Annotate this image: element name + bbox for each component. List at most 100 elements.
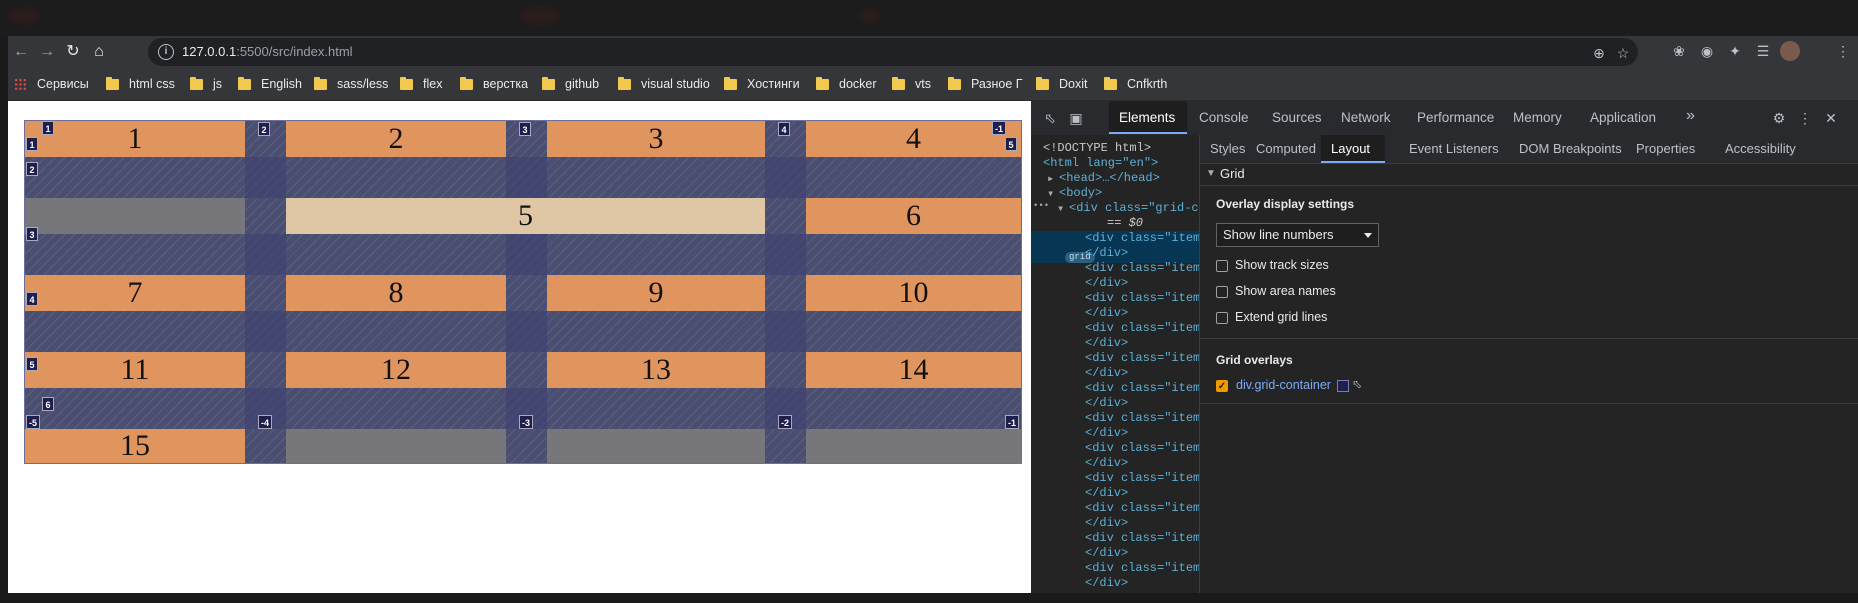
grid-overlay-checkbox[interactable]: ✓ xyxy=(1216,380,1228,392)
gear-icon[interactable]: ⚙ xyxy=(1770,109,1788,127)
grid-item: 10 xyxy=(806,275,1021,311)
address-bar[interactable]: i 127.0.0.1:5500/src/index.html ⊕ ☆ xyxy=(148,38,1638,66)
info-icon[interactable]: i xyxy=(158,44,174,60)
bookmark-folder[interactable]: Doxit xyxy=(1036,75,1087,93)
grid-line-number: -1 xyxy=(1005,415,1020,429)
dom-close[interactable]: </div> xyxy=(1085,336,1128,350)
subtab-event-listeners[interactable]: Event Listeners xyxy=(1409,141,1499,156)
subtab-layout[interactable]: Layout xyxy=(1331,141,1370,156)
dom-close[interactable]: </div> xyxy=(1085,396,1128,410)
dom-head[interactable]: <head>…</head> xyxy=(1059,171,1160,185)
collapse-arrow-icon[interactable]: ▾ xyxy=(1057,201,1064,216)
dom-item[interactable]: <div class="item xyxy=(1085,381,1199,395)
back-icon[interactable]: ← xyxy=(10,42,32,62)
dom-item[interactable]: <div class="item xyxy=(1085,351,1199,365)
chevron-down-icon xyxy=(1364,233,1372,238)
tab-console[interactable]: Console xyxy=(1199,110,1249,125)
extension-circle-icon[interactable]: ◉ xyxy=(1698,42,1716,60)
inspect-element-icon[interactable]: ⬁ xyxy=(1041,109,1059,127)
subtab-styles[interactable]: Styles xyxy=(1210,141,1245,156)
bookmark-folder[interactable]: github xyxy=(542,75,599,93)
page-viewport: 1 2 3 4 5 6 7 8 9 10 11 12 13 14 15 1 2 … xyxy=(8,101,1031,593)
dom-doctype[interactable]: <!DOCTYPE html> xyxy=(1043,141,1151,155)
grid-section-header[interactable]: Grid xyxy=(1220,166,1245,181)
tab-application[interactable]: Application xyxy=(1590,110,1656,125)
dom-dots-icon[interactable]: ••• xyxy=(1033,201,1049,211)
bookmark-folder[interactable]: visual studio xyxy=(618,75,710,93)
dom-item[interactable]: <div class="item xyxy=(1085,261,1199,275)
react-devtools-icon[interactable]: ❀ xyxy=(1670,42,1688,60)
dom-close[interactable]: </div> xyxy=(1085,456,1128,470)
bookmark-folder[interactable]: docker xyxy=(816,75,877,93)
dom-item[interactable]: <div class="item xyxy=(1085,531,1199,545)
dom-grid-container[interactable]: <div class="grid-c xyxy=(1069,201,1199,215)
grid-container[interactable]: 1 2 3 4 5 6 7 8 9 10 11 12 13 14 15 1 2 … xyxy=(24,120,1022,464)
dom-item[interactable]: <div class="item xyxy=(1085,441,1199,455)
grid-empty-cell xyxy=(806,429,1021,463)
device-toolbar-icon[interactable]: ▣ xyxy=(1067,109,1085,127)
show-track-sizes-checkbox[interactable] xyxy=(1216,260,1228,272)
collapse-triangle-icon[interactable]: ▼ xyxy=(1206,168,1216,179)
dom-close[interactable]: </div> xyxy=(1085,576,1128,590)
dom-close[interactable]: </div> xyxy=(1085,366,1128,380)
dom-close[interactable]: </div> xyxy=(1085,546,1128,560)
highlight-element-icon[interactable]: ⬁ xyxy=(1352,377,1362,391)
bookmark-folder[interactable]: js xyxy=(190,75,222,93)
star-icon[interactable]: ☆ xyxy=(1614,44,1632,62)
collapse-arrow-icon[interactable]: ▾ xyxy=(1047,186,1054,201)
dom-close[interactable]: </div> xyxy=(1085,276,1128,290)
zoom-icon[interactable]: ⊕ xyxy=(1590,44,1608,62)
bookmark-folder[interactable]: flex xyxy=(400,75,442,93)
tab-network[interactable]: Network xyxy=(1341,110,1391,125)
overlay-color-swatch[interactable] xyxy=(1337,380,1349,392)
url-text[interactable]: 127.0.0.1:5500/src/index.html xyxy=(182,44,353,59)
dom-item[interactable]: <div class="item xyxy=(1085,231,1199,245)
line-numbers-select[interactable]: Show line numbers xyxy=(1216,223,1379,247)
dom-close[interactable]: </div> xyxy=(1085,306,1128,320)
grid-overlay-element[interactable]: div.grid-container xyxy=(1236,378,1331,392)
dom-item[interactable]: <div class="item xyxy=(1085,501,1199,515)
dom-body[interactable]: <body> xyxy=(1059,186,1102,200)
show-area-names-checkbox[interactable] xyxy=(1216,286,1228,298)
devtools-menu-icon[interactable]: ⋮ xyxy=(1796,109,1814,127)
more-tabs-icon[interactable]: » xyxy=(1686,107,1695,125)
reload-icon[interactable]: ↻ xyxy=(62,42,84,62)
tab-memory[interactable]: Memory xyxy=(1513,110,1562,125)
subtab-properties[interactable]: Properties xyxy=(1636,141,1695,156)
subtab-computed[interactable]: Computed xyxy=(1256,141,1316,156)
expand-arrow-icon[interactable]: ▸ xyxy=(1047,171,1054,186)
extend-grid-lines-checkbox[interactable] xyxy=(1216,312,1228,324)
dom-html[interactable]: <html lang="en"> xyxy=(1043,156,1158,170)
dom-item[interactable]: <div class="item xyxy=(1085,321,1199,335)
dom-item[interactable]: <div class="item xyxy=(1085,411,1199,425)
bookmark-folder[interactable]: Хостинги xyxy=(724,75,800,93)
dom-item[interactable]: <div class="item xyxy=(1085,291,1199,305)
dom-close[interactable]: </div> xyxy=(1085,486,1128,500)
menu-kebab-icon[interactable]: ⋮ xyxy=(1834,42,1852,60)
tab-elements[interactable]: Elements xyxy=(1119,110,1175,125)
subtab-dom-breakpoints[interactable]: DOM Breakpoints xyxy=(1519,141,1622,156)
subtab-accessibility[interactable]: Accessibility xyxy=(1725,141,1796,156)
dom-item[interactable]: <div class="item xyxy=(1085,561,1199,575)
bookmark-folder[interactable]: vts xyxy=(892,75,931,93)
forward-icon[interactable]: → xyxy=(36,42,58,62)
bookmark-folder[interactable]: English xyxy=(238,75,302,93)
tab-performance[interactable]: Performance xyxy=(1417,110,1494,125)
dom-close[interactable]: </div> xyxy=(1085,516,1128,530)
close-icon[interactable]: ✕ xyxy=(1822,109,1840,127)
reading-list-icon[interactable]: ☰ xyxy=(1754,42,1772,60)
avatar[interactable] xyxy=(1780,41,1800,61)
bookmark-folder[interactable]: верстка xyxy=(460,75,528,93)
bookmark-folder[interactable]: Разное Г xyxy=(948,75,1023,93)
bookmark-folder[interactable]: html css xyxy=(106,75,175,93)
bookmark-folder[interactable]: sass/less xyxy=(314,75,388,93)
extensions-puzzle-icon[interactable]: ✦ xyxy=(1726,42,1744,60)
dom-item[interactable]: <div class="item xyxy=(1085,471,1199,485)
dom-close[interactable]: </div> xyxy=(1085,246,1128,260)
dom-close[interactable]: </div> xyxy=(1085,426,1128,440)
tab-sources[interactable]: Sources xyxy=(1272,110,1322,125)
bookmark-folder[interactable]: Cnfkrth xyxy=(1104,75,1167,93)
grid-line-number: -5 xyxy=(26,415,41,429)
home-icon[interactable]: ⌂ xyxy=(88,42,110,62)
bookmark-services[interactable]: Сервисы xyxy=(14,75,89,93)
